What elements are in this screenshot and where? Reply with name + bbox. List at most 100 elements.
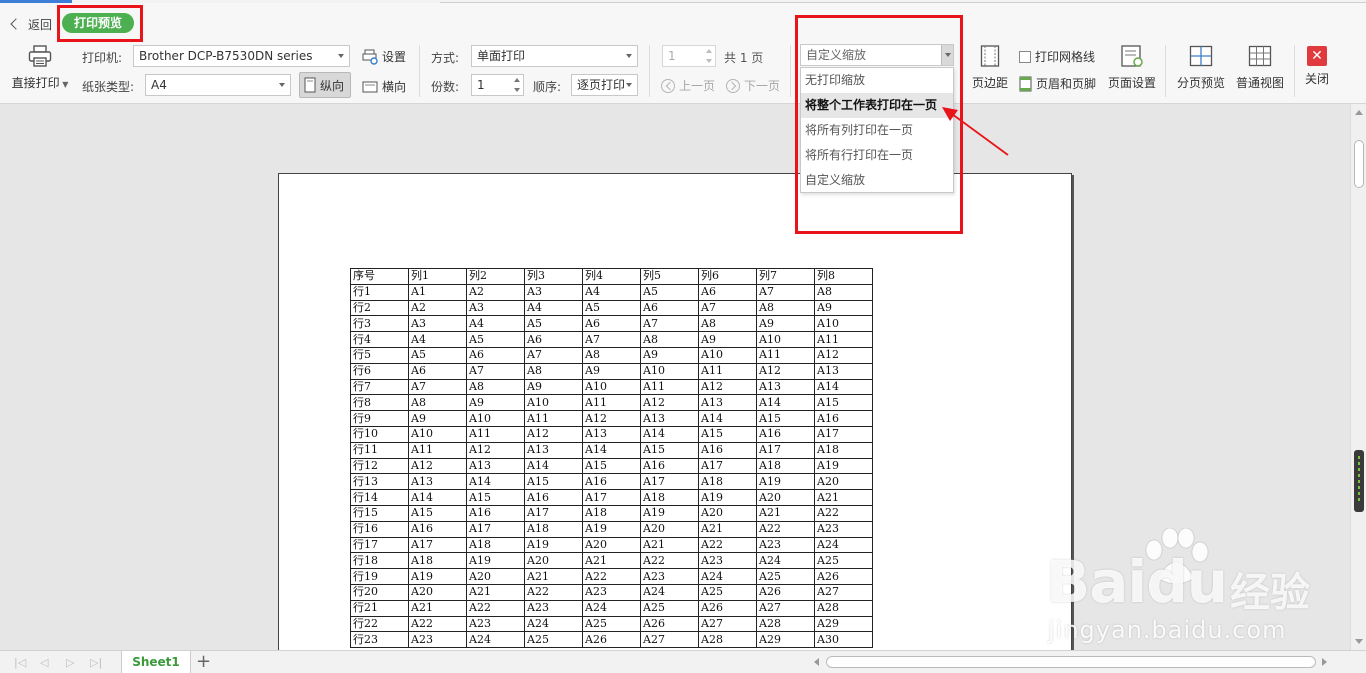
next-page-button[interactable]: 下一页 [726, 77, 780, 94]
table-cell: A7 [466, 362, 525, 380]
table-cell: A11 [466, 425, 525, 443]
print-gridlines-checkbox[interactable]: 打印网格线 [1019, 48, 1095, 65]
normal-view-button[interactable]: 普通视图 [1234, 45, 1286, 91]
header-footer-button[interactable]: 页眉和页脚 [1019, 75, 1096, 92]
decrement-icon[interactable] [514, 88, 520, 92]
table-cell: A18 [756, 457, 815, 475]
table-cell: A15 [466, 489, 525, 506]
table-cell: 行18 [350, 552, 409, 570]
table-cell: A28 [814, 599, 873, 617]
table-cell: A7 [698, 299, 757, 317]
scroll-right-icon[interactable] [1322, 658, 1327, 666]
table-cell: A9 [524, 378, 583, 396]
table-cell: A8 [756, 299, 815, 317]
print-method-value: 单面打印 [477, 49, 526, 63]
first-sheet-icon[interactable]: |◁ [14, 656, 26, 669]
add-sheet-button[interactable]: + [196, 652, 211, 672]
back-button[interactable]: 返回 [10, 15, 52, 33]
copies-stepper[interactable]: 1 [471, 74, 524, 96]
prev-sheet-icon[interactable]: ◁ [40, 656, 48, 669]
table-cell: A7 [408, 378, 467, 396]
table-cell: A20 [524, 552, 583, 570]
scroll-thumb[interactable] [1354, 140, 1364, 188]
level-indicator-icon [1354, 450, 1364, 512]
table-cell: A2 [408, 299, 467, 317]
table-cell: A19 [408, 568, 467, 585]
print-order-select[interactable]: 逐页打印 [571, 74, 638, 96]
increment-icon[interactable] [514, 78, 520, 82]
table-cell: 行17 [350, 536, 409, 554]
printer-settings-button[interactable]: 设置 [362, 48, 406, 65]
table-cell: A6 [408, 362, 467, 380]
print-method-select[interactable]: 单面打印 [471, 45, 638, 67]
table-cell: A22 [524, 583, 583, 601]
table-cell: A5 [466, 331, 525, 348]
margins-button[interactable]: 页边距 [966, 45, 1014, 91]
page-number-stepper[interactable]: 1 [662, 45, 716, 67]
table-cell: A22 [756, 520, 815, 538]
table-cell: A27 [814, 583, 873, 601]
sheet-tab-sheet1[interactable]: Sheet1 [121, 651, 191, 673]
table-row: 行13 A13 A14 A15 A16 A17 A18 A19 A20 [350, 473, 873, 491]
horizontal-scrollbar[interactable] [808, 654, 1338, 670]
table-cell: A26 [814, 568, 873, 585]
scroll-down-icon[interactable] [1355, 639, 1363, 644]
vertical-scrollbar[interactable] [1350, 104, 1366, 650]
page-break-preview-button[interactable]: 分页预览 [1175, 45, 1227, 91]
table-cell: A19 [466, 552, 525, 570]
table-cell: A8 [582, 346, 641, 364]
table-cell: A19 [698, 489, 757, 506]
horizontal-scroll-thumb[interactable] [826, 656, 1316, 668]
next-page-label: 下一页 [744, 79, 781, 93]
table-cell: A22 [582, 568, 641, 585]
table-cell: A6 [582, 315, 641, 333]
toolbar-separator [1294, 45, 1295, 97]
scale-select[interactable]: 自定义缩放 [800, 44, 954, 66]
table-cell: A10 [582, 378, 641, 396]
direct-print-button[interactable]: 直接打印 ▼ [10, 45, 70, 91]
last-sheet-icon[interactable]: ▷| [90, 656, 102, 669]
table-cell: 行5 [350, 346, 409, 364]
table-cell: A25 [582, 615, 641, 633]
increment-icon[interactable] [706, 49, 712, 53]
table-cell: A6 [524, 331, 583, 348]
paper-type-select[interactable]: A4 [145, 74, 291, 96]
page-break-preview-label: 分页预览 [1176, 76, 1225, 90]
scale-option-no-scaling[interactable]: 无打印缩放 [801, 68, 953, 93]
prev-page-button[interactable]: 上一页 [661, 77, 715, 94]
header-footer-label: 页眉和页脚 [1036, 77, 1097, 91]
table-cell: 行10 [350, 425, 409, 443]
portrait-button[interactable]: 纵向 [299, 72, 351, 98]
table-row: 行10 A10 A11 A12 A13 A14 A15 A16 A17 [350, 425, 873, 443]
table-cell: A29 [756, 631, 815, 649]
table-cell: A17 [524, 504, 583, 522]
next-sheet-icon[interactable]: ▷ [66, 656, 74, 669]
table-cell: A23 [466, 615, 525, 633]
table-cell: A12 [756, 362, 815, 380]
table-row: 行8 A8 A9 A10 A11 A12 A13 A14 A15 [350, 394, 873, 412]
dropdown-caret-icon: ▼ [59, 80, 69, 89]
scale-dropdown-button[interactable] [941, 45, 953, 65]
table-cell: A26 [756, 583, 815, 601]
table-header-cell: 列3 [524, 268, 583, 285]
table-cell: A17 [756, 441, 815, 459]
table-cell: 行15 [350, 504, 409, 522]
portrait-page-icon [304, 77, 316, 93]
scale-option-custom[interactable]: 自定义缩放 [801, 168, 953, 193]
table-cell: A21 [466, 583, 525, 601]
table-cell: A26 [698, 599, 757, 617]
scroll-left-icon[interactable] [814, 658, 819, 666]
table-row: 行5 A5 A6 A7 A8 A9 A10 A11 A12 [350, 346, 873, 364]
table-cell: A22 [640, 552, 699, 570]
table-cell: A4 [524, 299, 583, 317]
table-cell: A23 [814, 520, 873, 538]
close-preview-button[interactable]: ✕ 关闭 [1300, 46, 1334, 87]
printer-select[interactable]: Brother DCP-B7530DN series [133, 45, 350, 67]
table-cell: A14 [466, 473, 525, 491]
landscape-button[interactable]: 横向 [362, 78, 406, 95]
decrement-icon[interactable] [706, 59, 712, 63]
table-cell: A25 [814, 552, 873, 570]
page-setup-button[interactable]: 页面设置 [1106, 45, 1158, 91]
sheet-tab-bar: |◁ ◁ ▷ ▷| Sheet1 + [0, 650, 1366, 673]
scroll-up-icon[interactable] [1355, 110, 1363, 115]
